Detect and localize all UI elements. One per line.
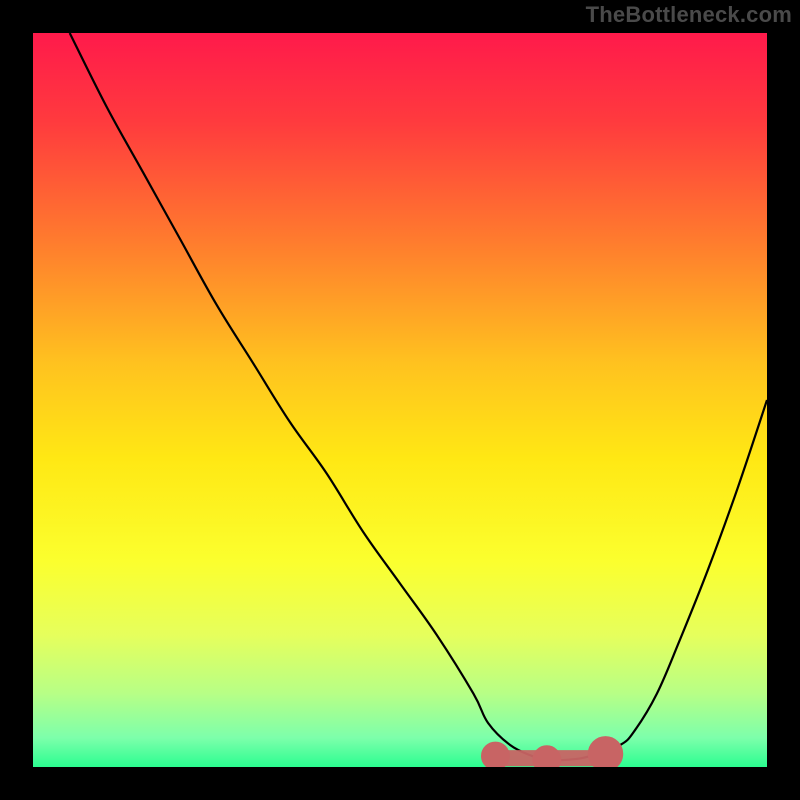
chart-svg (33, 33, 767, 767)
root-frame: TheBottleneck.com (0, 0, 800, 800)
watermark-text: TheBottleneck.com (586, 2, 792, 28)
gradient-background (33, 33, 767, 767)
optimal-range-right-cap (588, 737, 622, 767)
optimal-range-left-cap (482, 742, 510, 767)
chart-plot (33, 33, 767, 767)
